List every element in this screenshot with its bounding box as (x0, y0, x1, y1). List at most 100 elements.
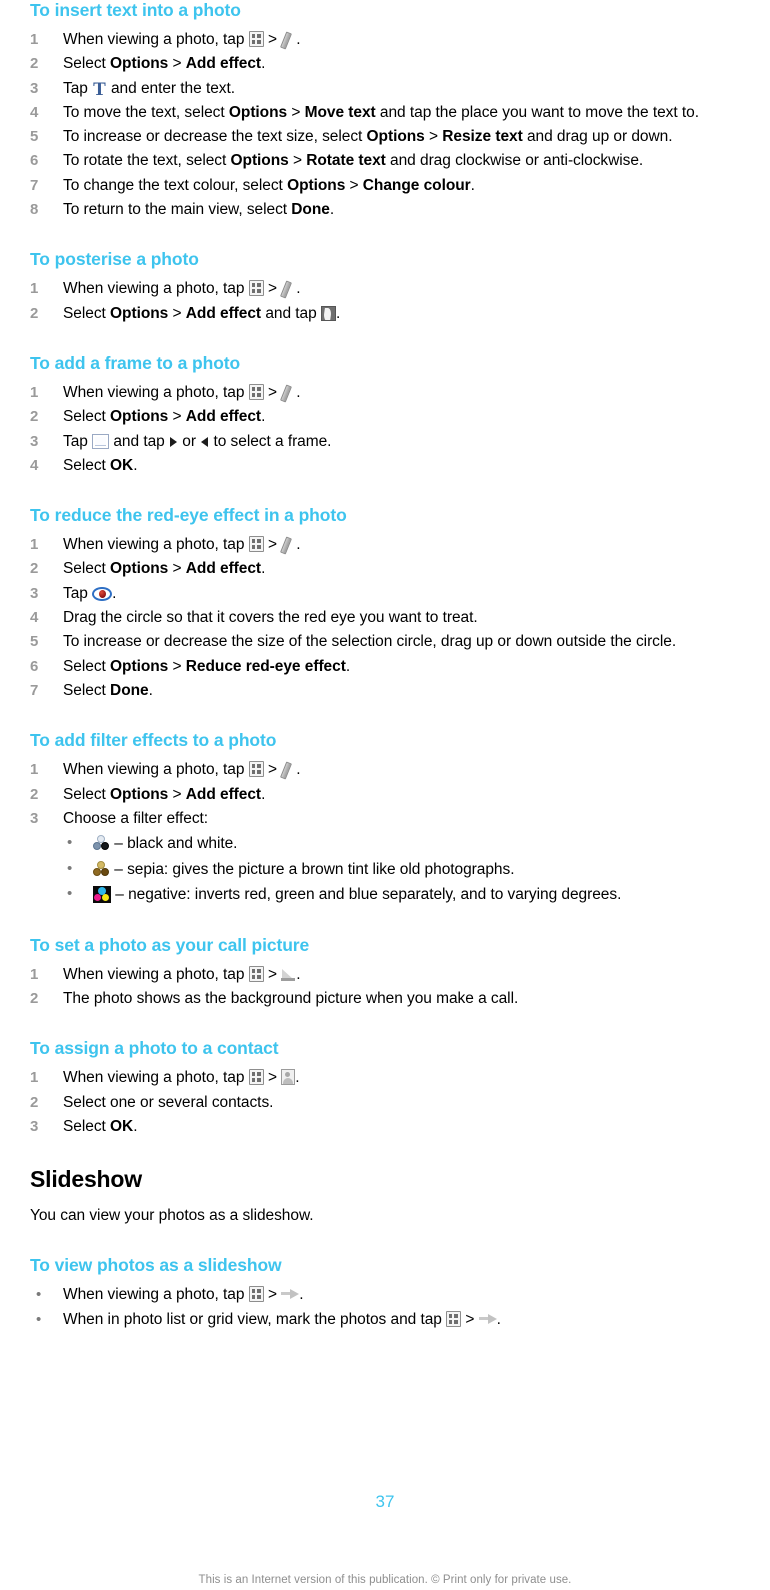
step-item: 3 Choose a filter effect: • – black and … (30, 807, 760, 908)
negative-icon (93, 886, 111, 904)
step-item: 6 Select Options > Reduce red-eye effect… (30, 655, 760, 679)
step-item: 7 To change the text colour, select Opti… (30, 174, 760, 198)
step-text: Select Options > Add effect. (63, 560, 266, 578)
step-text: To return to the main view, select Done. (63, 201, 335, 219)
step-number: 2 (30, 989, 39, 1007)
menu-add-effect: Add effect (185, 560, 262, 578)
step-text: When viewing a photo, tap > . (63, 1069, 300, 1087)
gallery-icon (248, 761, 264, 778)
step-item: 5 To increase or decrease the size of th… (30, 630, 760, 654)
step-item: 3 Tap and tap or to select a frame. (30, 430, 760, 454)
menu-options: Options (110, 560, 169, 578)
step-number: 3 (30, 584, 39, 602)
gallery-icon (248, 536, 264, 553)
step-number: 3 (30, 79, 39, 97)
bullet-marker: • (67, 859, 73, 877)
menu-options: Options (110, 304, 169, 322)
step-number: 1 (30, 965, 39, 983)
arrow-right-icon (170, 436, 177, 447)
step-number: 2 (30, 785, 39, 803)
section-heading-assign-contact: To assign a photo to a contact (30, 1038, 279, 1059)
step-number: 8 (30, 201, 39, 219)
gallery-icon (248, 280, 264, 297)
step-number: 2 (30, 408, 39, 426)
slideshow-icon (281, 1289, 300, 1301)
filter-option-black-white: • – black and white. (63, 831, 760, 857)
step-text: Select Options > Add effect. (63, 55, 266, 73)
section-heading-call-picture: To set a photo as your call picture (30, 934, 310, 955)
step-number: 7 (30, 176, 39, 194)
step-text: When in photo list or grid view, mark th… (63, 1310, 501, 1328)
step-number: 5 (30, 128, 39, 146)
gallery-icon (446, 1310, 462, 1327)
section-heading-filter-effects: To add filter effects to a photo (30, 730, 277, 751)
steps-assign-contact: 1 When viewing a photo, tap > . 2 Select… (30, 1066, 760, 1139)
page-number: 37 (375, 1492, 395, 1511)
section-heading-posterise: To posterise a photo (30, 249, 199, 270)
list-item: • When in photo list or grid view, mark … (30, 1308, 760, 1332)
bullet-marker: • (67, 834, 73, 852)
frame-icon (92, 433, 110, 449)
step-item: 3 Tap T and enter the text. (30, 77, 760, 101)
step-number: 2 (30, 55, 39, 73)
steps-call-picture: 1 When viewing a photo, tap > . 2 The ph… (30, 963, 760, 1012)
step-text: Drag the circle so that it covers the re… (63, 609, 478, 627)
step-number: 1 (30, 761, 39, 779)
step-item: 1 When viewing a photo, tap > . (30, 28, 760, 52)
menu-add-effect: Add effect (185, 55, 262, 73)
step-item: 1 When viewing a photo, tap > . (30, 533, 760, 557)
menu-rotate-text: Rotate text (306, 152, 386, 170)
step-number: 4 (30, 609, 39, 627)
filter-option-sepia: • – sepia: gives the picture a brown tin… (63, 857, 760, 883)
step-text: When viewing a photo, tap > . (63, 383, 301, 401)
step-number: 4 (30, 103, 39, 121)
menu-done: Done (110, 681, 149, 699)
bullet-marker: • (67, 885, 73, 903)
step-number: 4 (30, 456, 39, 474)
filter-effect-options: • – black and white. • – sepia: gives th… (63, 831, 760, 908)
section-heading-insert-text: To insert text into a photo (30, 0, 241, 20)
step-text: To move the text, select Options > Move … (63, 103, 699, 121)
section-heading-slideshow: Slideshow (30, 1166, 142, 1193)
step-item: 1 When viewing a photo, tap > . (30, 381, 760, 405)
menu-add-effect: Add effect (185, 304, 262, 322)
sepia-icon (93, 860, 110, 878)
pencil-icon (281, 280, 296, 296)
step-text: Tap T and enter the text. (63, 78, 235, 100)
menu-move-text: Move text (304, 103, 376, 121)
step-text: Select Options > Reduce red-eye effect. (63, 657, 351, 675)
step-text: To rotate the text, select Options > Rot… (63, 152, 644, 170)
step-item: 1 When viewing a photo, tap > . (30, 963, 760, 987)
menu-resize-text: Resize text (442, 128, 523, 146)
step-number: 1 (30, 536, 39, 554)
menu-options: Options (110, 55, 169, 73)
step-text: The photo shows as the background pictur… (63, 989, 519, 1007)
step-number: 2 (30, 1093, 39, 1111)
steps-posterise: 1 When viewing a photo, tap > . 2 Select… (30, 277, 760, 326)
step-text: Select Options > Add effect. (63, 785, 266, 803)
bullet-marker: • (36, 1286, 42, 1304)
pencil-icon (281, 31, 296, 47)
step-text: When viewing a photo, tap > . (63, 1286, 304, 1304)
step-text: When viewing a photo, tap > . (63, 280, 301, 298)
red-eye-icon (92, 586, 113, 601)
menu-options: Options (110, 785, 169, 803)
steps-red-eye: 1 When viewing a photo, tap > . 2 Select… (30, 533, 760, 703)
step-text: Select one or several contacts. (63, 1093, 274, 1111)
menu-options: Options (287, 176, 346, 194)
separator-gt: > (263, 31, 282, 48)
step-text: Select OK. (63, 1117, 138, 1135)
step-item: 1 When viewing a photo, tap > . (30, 758, 760, 782)
slideshow-intro: You can view your photos as a slideshow. (30, 1207, 314, 1225)
step-number: 7 (30, 681, 39, 699)
step-item: 5 To increase or decrease the text size,… (30, 125, 760, 149)
filter-option-label: – black and white. (110, 835, 238, 853)
list-item: • When viewing a photo, tap > . (30, 1283, 760, 1307)
menu-ok: OK (110, 1117, 134, 1135)
step-item: 2 Select Options > Add effect. (30, 52, 760, 76)
slideshow-icon (478, 1313, 497, 1326)
contact-icon (281, 1069, 296, 1086)
steps-filter-effects: 1 When viewing a photo, tap > . 2 Select… (30, 758, 760, 907)
step-number: 5 (30, 633, 39, 651)
step-text: Tap and tap or to select a frame. (63, 432, 332, 450)
